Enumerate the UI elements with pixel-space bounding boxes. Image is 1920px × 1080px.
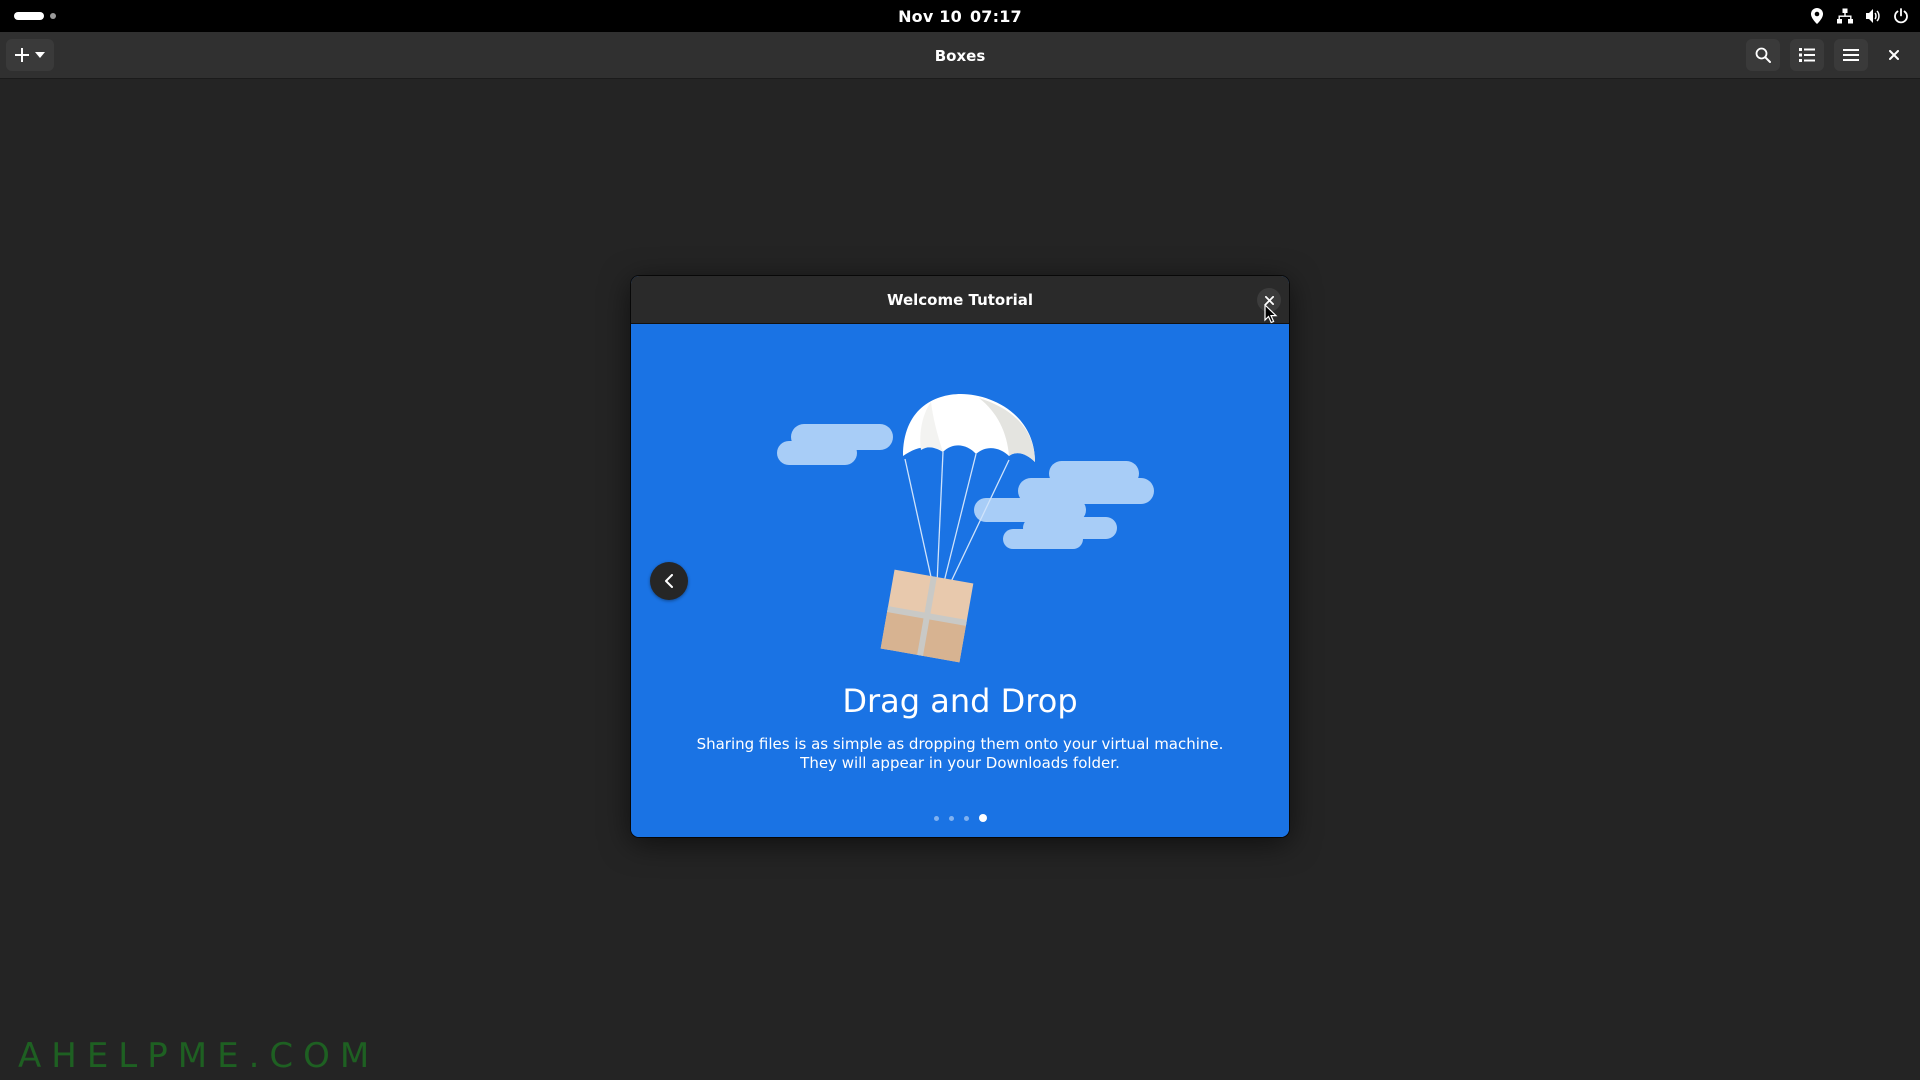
top-bar: Nov 10 07:17 [0,0,1920,32]
tutorial-slide: Drag and Drop Sharing files is as simple… [631,324,1289,837]
slide-description: Sharing files is as simple as dropping t… [696,735,1224,772]
dialog-header: Welcome Tutorial [631,276,1289,324]
clock-time[interactable]: 07:17 [970,7,1022,26]
mouse-pointer-icon [1264,304,1278,324]
page-dot[interactable] [933,815,939,821]
workspace-indicator-icon [14,12,44,20]
workspace-dot [50,13,56,19]
page-dot[interactable] [963,815,969,821]
dialog-title: Welcome Tutorial [886,291,1034,309]
page-dot[interactable] [948,815,954,821]
window-close-button[interactable] [1878,39,1910,71]
clock-date[interactable]: Nov 10 [898,7,962,26]
close-icon [1889,50,1899,60]
chevron-down-icon [35,52,45,58]
chevron-left-icon [665,574,673,588]
plus-icon [15,48,29,62]
power-icon [1892,7,1910,25]
network-wired-icon [1836,7,1854,25]
welcome-tutorial-dialog: Welcome Tutorial Drag and Drop Sharing f… [631,276,1289,837]
search-icon [1755,47,1771,63]
list-view-icon [1799,48,1815,62]
hamburger-menu-icon [1843,49,1859,61]
new-box-button[interactable] [6,39,54,71]
location-icon [1808,7,1826,25]
system-tray[interactable] [1808,0,1910,32]
activities-button[interactable] [14,12,56,20]
view-toggle-button[interactable] [1790,39,1824,71]
parachute-box-illustration [777,394,1154,663]
previous-slide-button[interactable] [650,562,688,600]
header-bar: Boxes [0,32,1920,79]
volume-icon [1864,7,1882,25]
page-indicator[interactable] [631,814,1289,822]
main-menu-button[interactable] [1834,39,1868,71]
header-actions [1746,39,1910,71]
watermark: AHELPME.COM [18,1036,380,1076]
page-dot[interactable] [978,814,987,822]
search-button[interactable] [1746,39,1780,71]
slide-title: Drag and Drop [842,682,1078,720]
clock: Nov 10 07:17 [0,0,1920,32]
app-title: Boxes [934,46,986,65]
